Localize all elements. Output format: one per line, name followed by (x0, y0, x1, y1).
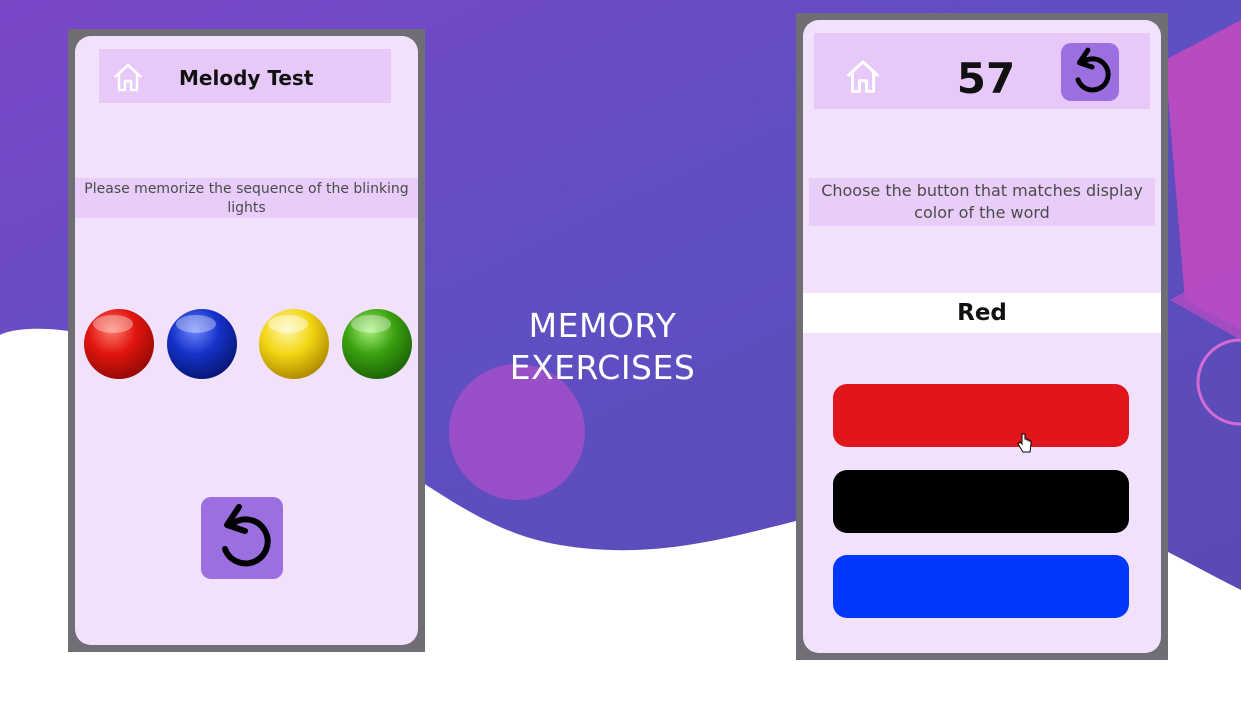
reset-button[interactable] (1061, 43, 1119, 101)
slide-title: MEMORY EXERCISES (470, 305, 735, 389)
instruction-text: Please memorize the sequence of the blin… (75, 178, 418, 218)
red-answer-button[interactable] (833, 384, 1129, 447)
yellow-light[interactable] (259, 309, 329, 379)
red-light[interactable] (84, 309, 154, 379)
melody-test-screen: Melody Test Please memorize the sequence… (75, 36, 418, 645)
slide-title-line1: MEMORY (528, 306, 677, 345)
slide-title-line2: EXERCISES (509, 348, 696, 387)
color-test-screen: 57 Choose the button that matches displa… (803, 20, 1161, 653)
reset-button[interactable] (201, 497, 283, 579)
black-answer-button[interactable] (833, 470, 1129, 533)
melody-test-phone: Melody Test Please memorize the sequence… (68, 29, 425, 652)
blue-light[interactable] (167, 309, 237, 379)
light-buttons (84, 309, 412, 379)
green-light[interactable] (342, 309, 412, 379)
hand-cursor-icon (1017, 433, 1032, 453)
blue-answer-button[interactable] (833, 555, 1129, 618)
score-display: 57 (956, 54, 1016, 103)
home-icon[interactable] (843, 56, 883, 100)
home-icon[interactable] (111, 60, 145, 98)
reset-icon (1075, 47, 1111, 93)
color-test-phone: 57 Choose the button that matches displa… (796, 13, 1168, 660)
color-word: Red (803, 293, 1161, 333)
instruction-text: Choose the button that matches display c… (809, 178, 1155, 226)
page-title: Melody Test (179, 66, 314, 90)
reset-icon (222, 504, 271, 567)
